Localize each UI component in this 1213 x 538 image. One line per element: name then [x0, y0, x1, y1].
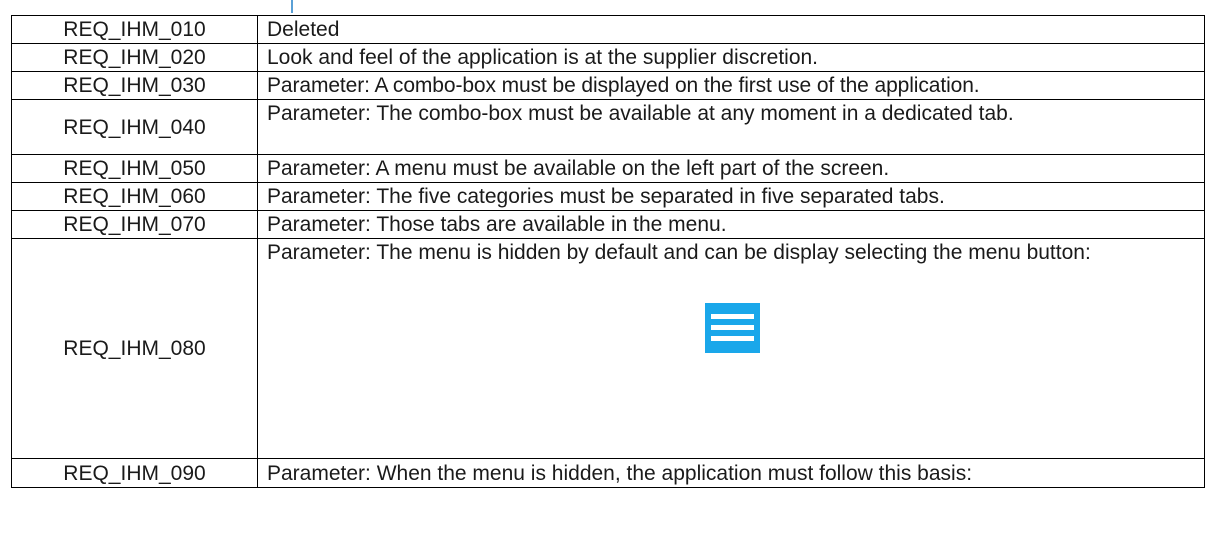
requirement-id: REQ_IHM_090: [11, 458, 258, 488]
requirement-text: Parameter: When the menu is hidden, the …: [257, 458, 1205, 488]
requirement-text: Parameter: A menu must be available on t…: [257, 154, 1205, 183]
requirements-table: REQ_IHM_010 Deleted REQ_IHM_020 Look and…: [11, 15, 1205, 488]
hamburger-menu-icon: [705, 303, 760, 353]
requirement-text: Look and feel of the application is at t…: [257, 43, 1205, 72]
table-row: REQ_IHM_090 Parameter: When the menu is …: [11, 458, 1205, 488]
requirement-text: Parameter: A combo-box must be displayed…: [257, 71, 1205, 100]
table-row: REQ_IHM_030 Parameter: A combo-box must …: [11, 71, 1205, 100]
requirement-text: Parameter: The menu is hidden by default…: [267, 241, 1091, 264]
requirement-id: REQ_IHM_070: [11, 210, 258, 239]
requirement-text: Deleted: [257, 15, 1205, 44]
requirement-id: REQ_IHM_040: [11, 99, 258, 155]
requirement-id: REQ_IHM_060: [11, 182, 258, 211]
requirement-id: REQ_IHM_010: [11, 15, 258, 44]
table-row: REQ_IHM_040 Parameter: The combo-box mus…: [11, 99, 1205, 155]
table-row: REQ_IHM_080 Parameter: The menu is hidde…: [11, 238, 1205, 459]
requirement-cell: Parameter: The menu is hidden by default…: [257, 238, 1205, 459]
page-edge-mark: [291, 0, 293, 13]
requirement-id: REQ_IHM_050: [11, 154, 258, 183]
requirement-text: Parameter: The five categories must be s…: [257, 182, 1205, 211]
menu-icon-container: [267, 303, 1198, 360]
table-row: REQ_IHM_070 Parameter: Those tabs are av…: [11, 210, 1205, 239]
requirement-id: REQ_IHM_030: [11, 71, 258, 100]
table-row: REQ_IHM_050 Parameter: A menu must be av…: [11, 154, 1205, 183]
requirement-id: REQ_IHM_020: [11, 43, 258, 72]
table-row: REQ_IHM_060 Parameter: The five categori…: [11, 182, 1205, 211]
table-row: REQ_IHM_020 Look and feel of the applica…: [11, 43, 1205, 72]
table-row: REQ_IHM_010 Deleted: [11, 15, 1205, 44]
requirement-text: Parameter: Those tabs are available in t…: [257, 210, 1205, 239]
requirement-text: Parameter: The combo-box must be availab…: [257, 99, 1205, 155]
requirement-id: REQ_IHM_080: [11, 238, 258, 459]
